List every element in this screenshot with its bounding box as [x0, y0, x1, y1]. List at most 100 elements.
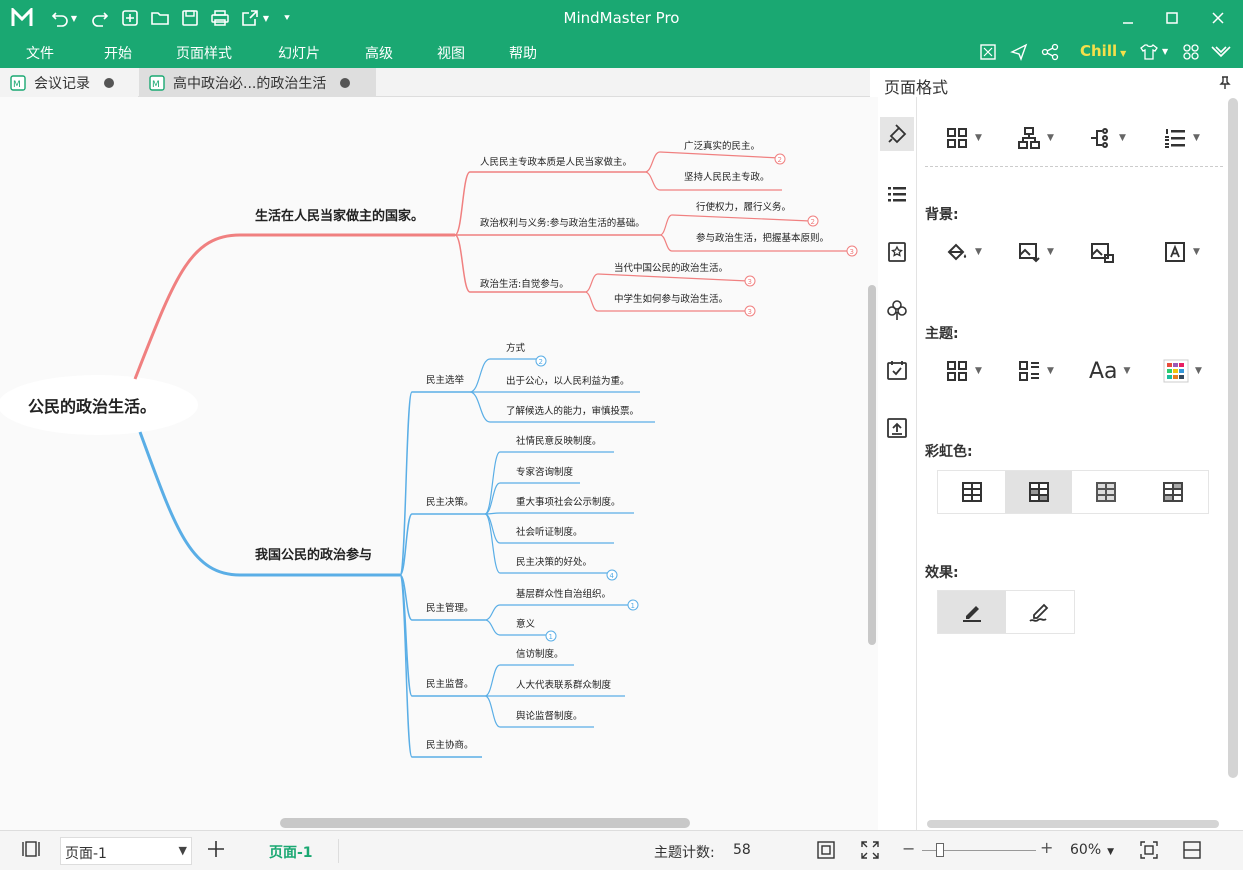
collapse-badge-count[interactable]: 1: [549, 633, 553, 641]
branch-top-text[interactable]: 生活在人民当家做主的国家。: [255, 208, 424, 224]
root-node-text[interactable]: 公民的政治生活。: [28, 397, 156, 416]
menu-advanced[interactable]: 高级: [365, 43, 393, 63]
leaf-text[interactable]: 坚持人民民主专政。: [684, 171, 770, 183]
zoom-slider-handle[interactable]: [936, 843, 944, 857]
child-text[interactable]: 民主决策。: [426, 496, 474, 508]
leaf-text[interactable]: 了解候选人的能力，审慎投票。: [506, 405, 639, 417]
child-text[interactable]: 政治生活:自觉参与。: [480, 278, 569, 290]
upload-export-icon[interactable]: [880, 411, 914, 445]
collapse-badge-count[interactable]: 3: [850, 248, 854, 256]
leaf-text[interactable]: 重大事项社会公示制度。: [516, 496, 621, 508]
panel-horizontal-scrollbar[interactable]: [927, 820, 1219, 828]
theme-grid-button[interactable]: ▼: [945, 353, 1005, 389]
leaf-text[interactable]: 广泛真实的民主。: [684, 140, 760, 152]
background-image-button[interactable]: ▼: [1017, 234, 1077, 270]
effect-option-plain[interactable]: [938, 591, 1006, 633]
leaf-text[interactable]: 人大代表联系群众制度: [516, 679, 612, 691]
leaf-text[interactable]: 社情民意反映制度。: [516, 435, 602, 447]
leaf-text[interactable]: 信访制度。: [516, 648, 564, 660]
outline-list-icon[interactable]: [880, 177, 914, 211]
rainbow-option-2[interactable]: [1005, 471, 1072, 513]
rainbow-option-3[interactable]: [1072, 471, 1139, 513]
leaf-text[interactable]: 社会听证制度。: [516, 526, 583, 538]
leaf-text[interactable]: 专家咨询制度: [516, 466, 574, 478]
share-icon[interactable]: [1039, 41, 1061, 63]
leaf-text[interactable]: 民主决策的好处。: [516, 556, 592, 568]
tab-meeting-notes[interactable]: M 会议记录: [0, 68, 138, 97]
leaf-text[interactable]: 参与政治生活，把握基本原则。: [696, 232, 829, 244]
mindmap-canvas[interactable]: 公民的政治生活。 生活在人民当家做主的国家。 我国公民的政治参与 人民民主专政本质是人…: [0, 97, 878, 830]
collapse-badge-count[interactable]: 1: [631, 602, 635, 610]
apps-grid-icon[interactable]: [1180, 41, 1202, 63]
tab-close-dot[interactable]: [104, 77, 114, 88]
child-text[interactable]: 民主选举: [426, 374, 465, 386]
rainbow-option-4[interactable]: [1139, 471, 1206, 513]
menu-page-style[interactable]: 页面样式: [176, 43, 232, 63]
collapse-badge-count[interactable]: 4: [610, 572, 615, 580]
zoom-level[interactable]: 60% ▼: [1070, 842, 1114, 858]
zoom-slider[interactable]: [922, 843, 1036, 857]
leaf-text[interactable]: 当代中国公民的政治生活。: [614, 262, 728, 274]
clipart-clover-icon[interactable]: [880, 293, 914, 327]
layout-org-button[interactable]: ▼: [1017, 120, 1077, 156]
page-tab-active[interactable]: 页面-1: [269, 842, 313, 862]
menu-help[interactable]: 帮助: [509, 43, 537, 63]
theme-font-button[interactable]: Aa ▼: [1089, 353, 1149, 389]
fit-page-icon[interactable]: [816, 840, 836, 864]
fullscreen-icon[interactable]: [977, 41, 999, 63]
fit-screen-icon[interactable]: [1139, 840, 1159, 864]
menu-home[interactable]: 开始: [104, 43, 132, 63]
connector-style-button[interactable]: ▼: [1089, 120, 1149, 156]
layout-grid-button[interactable]: ▼: [945, 120, 1005, 156]
mindmap-svg[interactable]: 公民的政治生活。 生活在人民当家做主的国家。我国公民的政治参与 人民民主专政本质是人…: [0, 97, 878, 830]
collapse-badge-count[interactable]: 2: [778, 156, 782, 164]
branch-bottom-text[interactable]: 我国公民的政治参与: [255, 547, 372, 563]
theme-color-button[interactable]: ▼: [1163, 353, 1223, 389]
fill-color-button[interactable]: ▼: [945, 234, 1005, 270]
theme-frame-icon[interactable]: [880, 235, 914, 269]
child-text[interactable]: 政治权利与义务:参与政治生活的基础。: [480, 217, 645, 229]
leaf-text[interactable]: 基层群众性自治组织。: [516, 588, 611, 600]
tab-close-dot[interactable]: [340, 77, 351, 88]
page-panel-toggle-icon[interactable]: [20, 839, 42, 863]
leaf-text[interactable]: 舆论监督制度。: [516, 710, 583, 722]
theme-style-button[interactable]: ▼: [1017, 353, 1077, 389]
canvas-horizontal-scrollbar[interactable]: [280, 818, 690, 828]
leaf-text[interactable]: 中学生如何参与政治生活。: [614, 293, 728, 305]
task-calendar-icon[interactable]: [880, 353, 914, 387]
tab-politics[interactable]: M 高中政治必...的政治生活: [139, 68, 376, 97]
leaf-text[interactable]: 出于公心，以人民利益为重。: [506, 375, 630, 387]
rainbow-option-1[interactable]: [938, 471, 1005, 513]
panel-toggle-icon[interactable]: [1182, 840, 1202, 864]
collapse-badge-count[interactable]: 2: [539, 358, 543, 366]
menu-slides[interactable]: 幻灯片: [278, 43, 320, 63]
zoom-in-button[interactable]: +: [1040, 838, 1053, 857]
leaf-text[interactable]: 意义: [516, 618, 536, 630]
minimize-icon[interactable]: [1116, 6, 1140, 30]
skin-shirt-icon[interactable]: [1138, 41, 1160, 63]
canvas-vertical-scrollbar[interactable]: [866, 197, 878, 645]
collapse-badge-count[interactable]: 2: [811, 218, 815, 226]
panel-vertical-scrollbar[interactable]: [1228, 98, 1238, 778]
numbering-button[interactable]: ▼: [1163, 120, 1223, 156]
add-page-icon[interactable]: [206, 839, 226, 863]
theme-chill-button[interactable]: Chill ▼: [1080, 42, 1126, 60]
fullscreen-view-icon[interactable]: [860, 840, 880, 864]
collapse-badge-count[interactable]: 3: [748, 278, 752, 286]
zoom-out-button[interactable]: −: [902, 839, 915, 858]
send-icon[interactable]: [1008, 41, 1030, 63]
page-select[interactable]: 页面-1 ▼: [60, 837, 192, 865]
collapse-ribbon-icon[interactable]: [1210, 41, 1232, 63]
skin-dropdown-icon[interactable]: ▼: [1162, 47, 1168, 56]
child-text[interactable]: 人民民主专政本质是人民当家做主。: [480, 156, 632, 168]
child-text[interactable]: 民主监督。: [426, 678, 474, 690]
maximize-icon[interactable]: [1160, 6, 1184, 30]
remove-background-button[interactable]: [1089, 234, 1149, 270]
pin-icon[interactable]: [1219, 76, 1231, 94]
menu-file[interactable]: 文件: [26, 43, 54, 63]
child-text[interactable]: 民主管理。: [426, 602, 474, 614]
collapse-badge-count[interactable]: 3: [748, 308, 752, 316]
child-text[interactable]: 民主协商。: [426, 739, 474, 751]
page-format-nav-icon[interactable]: [880, 117, 914, 151]
leaf-text[interactable]: 方式: [506, 342, 526, 354]
